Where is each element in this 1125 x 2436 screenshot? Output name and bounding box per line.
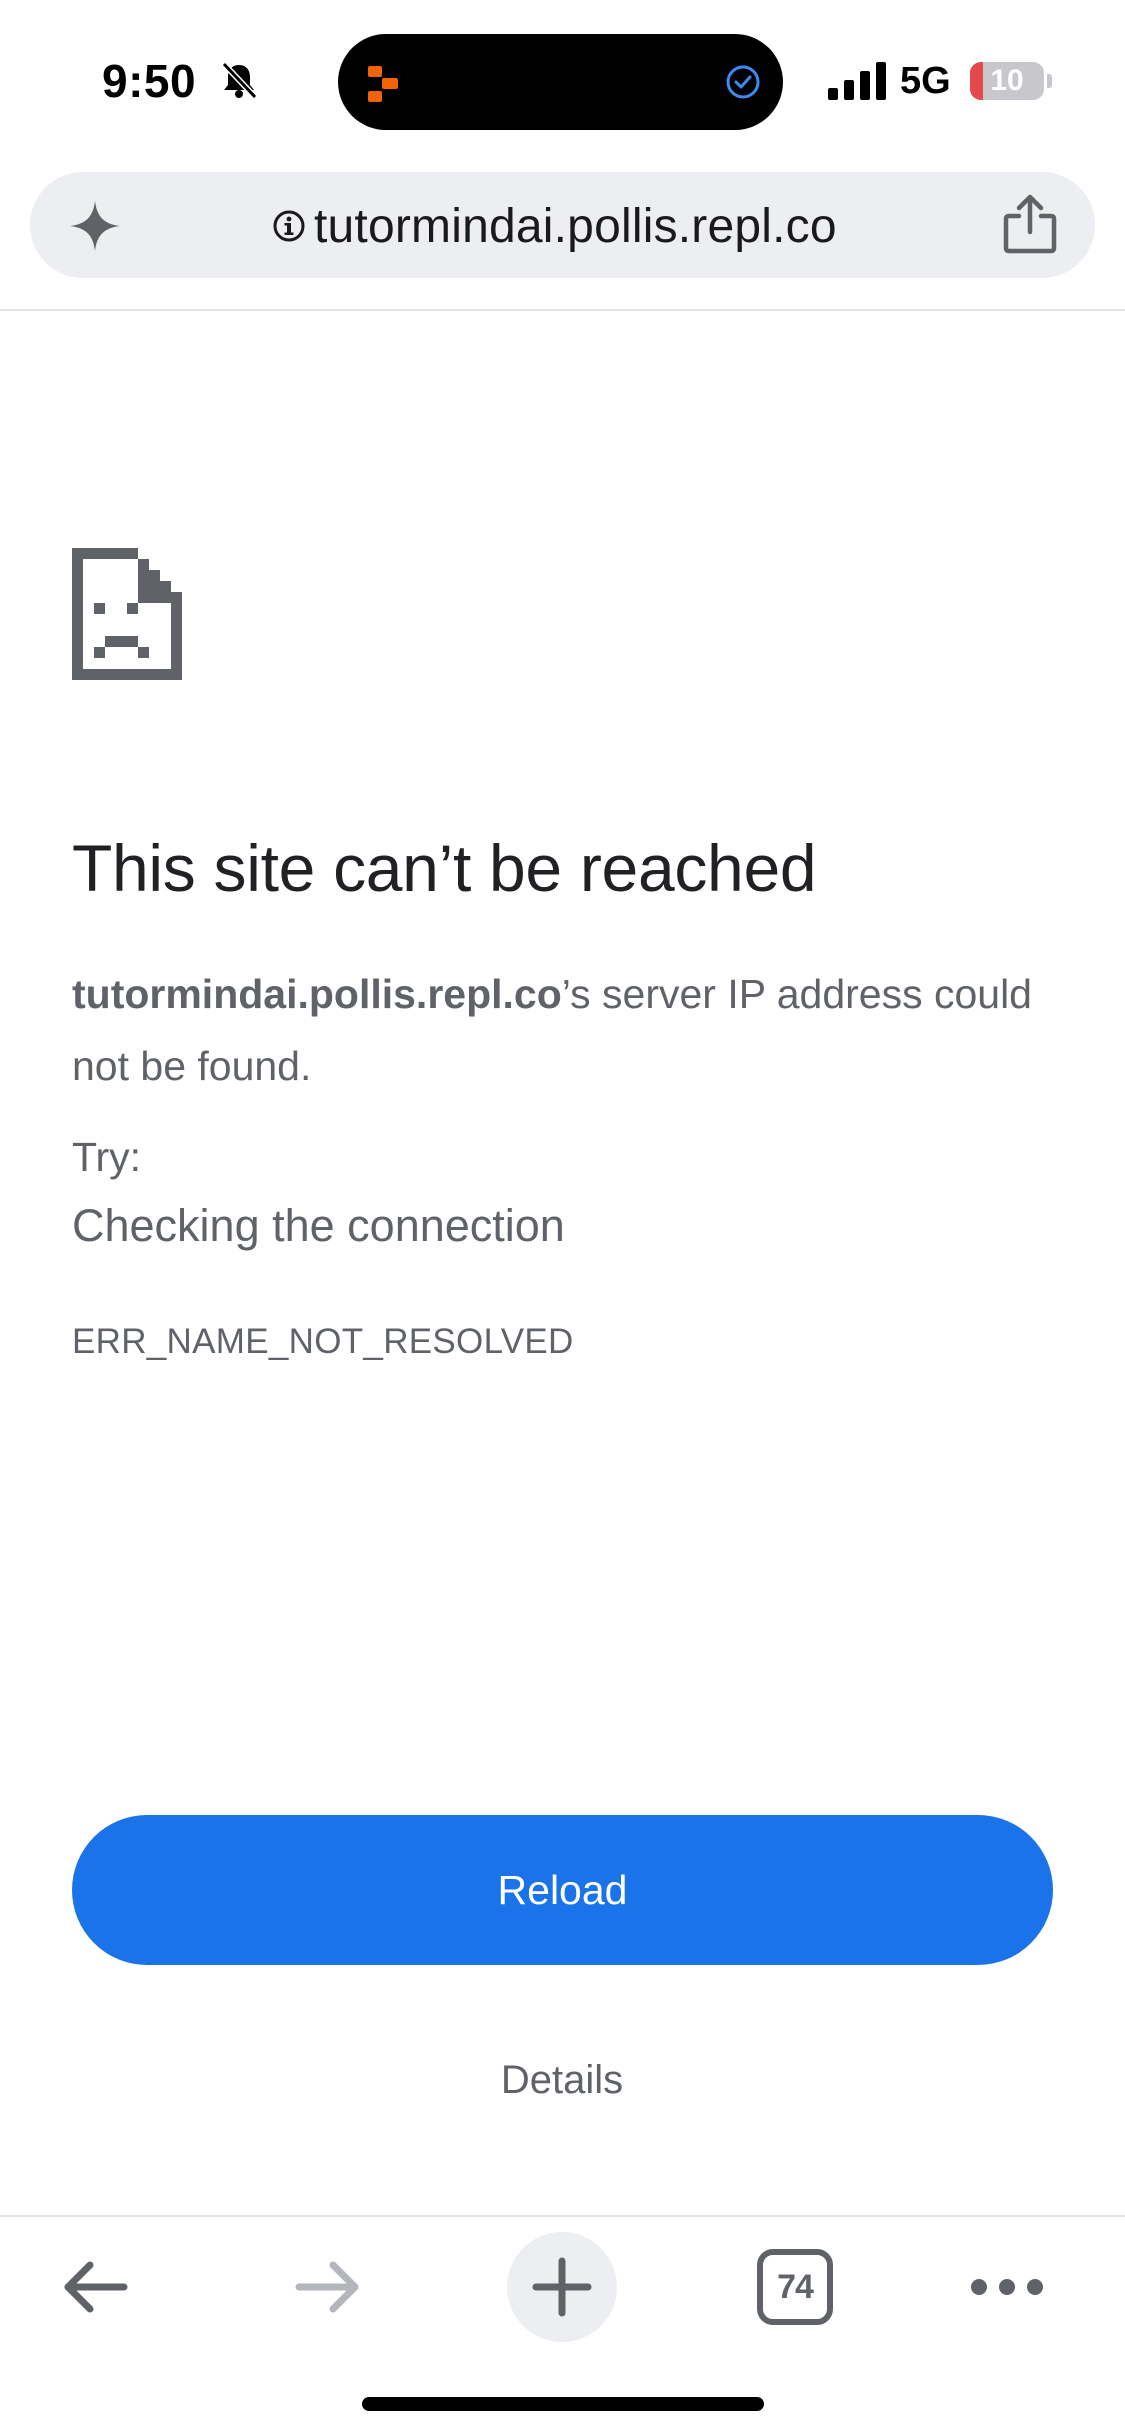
network-type: 5G [900, 60, 951, 102]
url-display[interactable]: tutormindai.pollis.repl.co [272, 196, 837, 256]
details-button[interactable]: Details [412, 2050, 712, 2110]
error-title: This site can’t be reached [72, 831, 817, 905]
error-code: ERR_NAME_NOT_RESOLVED [72, 1322, 574, 1361]
forward-arrow-icon [295, 2261, 359, 2313]
signal-icon [828, 62, 886, 100]
toolbar-divider [0, 309, 1125, 311]
info-icon[interactable] [272, 209, 306, 243]
battery-icon: 10 [970, 62, 1052, 100]
address-bar[interactable]: tutormindai.pollis.repl.co [30, 172, 1095, 278]
battery-level: 10 [990, 64, 1024, 97]
tab-count: 74 [777, 2267, 814, 2306]
error-host: tutormindai.pollis.repl.co [72, 971, 562, 1017]
app-icon [368, 66, 398, 102]
sparkle-icon[interactable] [68, 199, 122, 253]
tabs-icon: 74 [757, 2249, 833, 2325]
tab-switcher-button[interactable]: 74 [740, 2232, 850, 2342]
try-suggestion: Checking the connection [72, 1200, 565, 1251]
dynamic-island [338, 34, 783, 130]
new-tab-button[interactable] [507, 2232, 617, 2342]
forward-button[interactable] [273, 2232, 383, 2342]
sad-document-icon [72, 548, 182, 680]
back-arrow-icon [64, 2261, 128, 2313]
home-indicator[interactable] [362, 2397, 764, 2411]
plus-icon [532, 2257, 592, 2317]
bell-slash-icon [221, 61, 258, 100]
status-time: 9:50 [102, 55, 197, 107]
check-circle-icon [726, 65, 760, 99]
more-icon [971, 2279, 1043, 2295]
url-text[interactable]: tutormindai.pollis.repl.co [314, 199, 837, 254]
back-button[interactable] [40, 2232, 150, 2342]
status-bar: 9:50 5G 10 [0, 0, 1125, 160]
try-label: Try: [72, 1134, 142, 1180]
share-icon[interactable] [1001, 194, 1059, 254]
error-description: tutormindai.pollis.repl.co’s server IP a… [72, 958, 1072, 1102]
more-button[interactable] [952, 2232, 1062, 2342]
bottom-toolbar-divider [0, 2215, 1125, 2217]
browser-page: 9:50 5G 10 tutormindai.pollis.repl.co Th… [0, 0, 1125, 2436]
reload-button[interactable]: Reload [72, 1815, 1053, 1965]
